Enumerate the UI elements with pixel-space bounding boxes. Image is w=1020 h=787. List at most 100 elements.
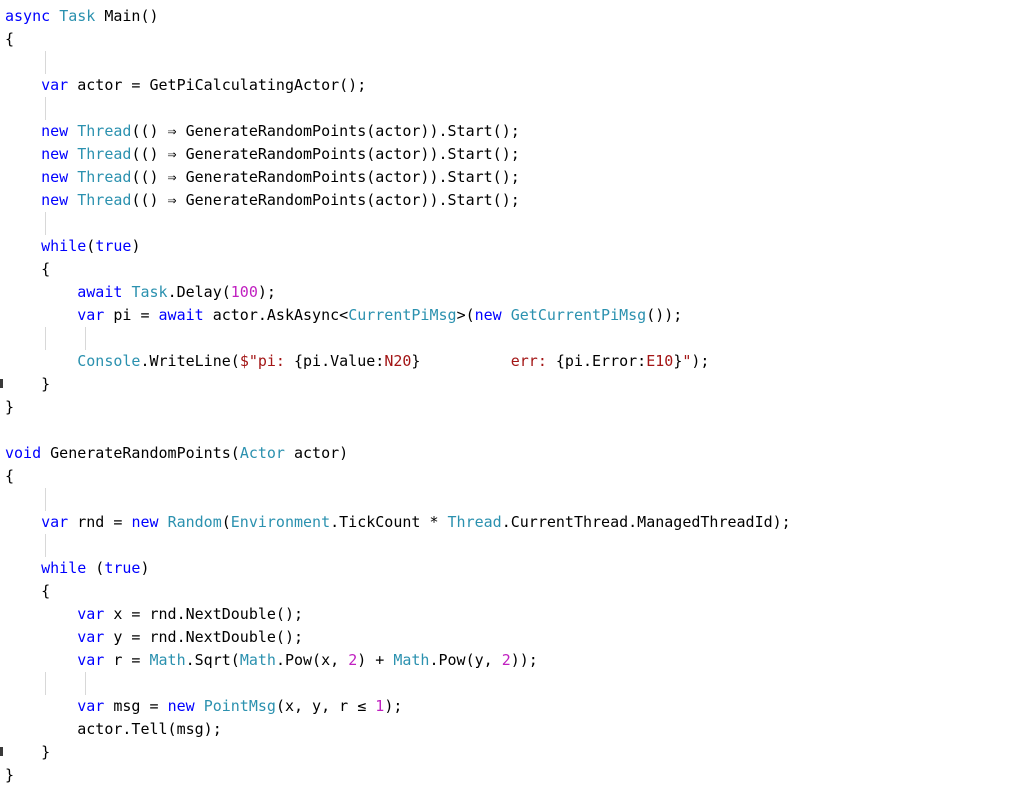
code-line[interactable]: var x = rnd.NextDouble();: [0, 603, 1020, 626]
code-token-typ: Console: [77, 352, 141, 370]
code-token-kw: var: [77, 697, 105, 715]
code-token-kw: true: [104, 559, 141, 577]
code-line[interactable]: var y = rnd.NextDouble();: [0, 626, 1020, 649]
code-line[interactable]: var rnd = new Random(Environment.TickCou…: [0, 511, 1020, 534]
code-line[interactable]: var msg = new PointMsg(x, y, r ≤ 1);: [0, 695, 1020, 718]
code-token-pln: {: [5, 260, 51, 278]
code-line[interactable]: Console.WriteLine($"pi: {pi.Value:N20} e…: [0, 350, 1020, 373]
code-token-pln: );: [384, 697, 403, 715]
code-line[interactable]: [0, 327, 1020, 350]
code-token-pln: (x, y, r ≤: [275, 697, 376, 715]
code-token-pln: .Delay(: [167, 283, 231, 301]
code-token-pln: }: [5, 766, 15, 784]
code-line[interactable]: }: [0, 741, 1020, 764]
code-editor-surface[interactable]: async Task Main() { var actor = GetPiCalc…: [0, 0, 1020, 784]
code-token-typ: Thread: [77, 168, 132, 186]
code-token-typ: Random: [167, 513, 222, 531]
code-token-num: 1: [375, 697, 385, 715]
code-token-pln: ());: [646, 306, 683, 324]
code-line[interactable]: actor.Tell(msg);: [0, 718, 1020, 741]
indent-guide: [45, 97, 46, 120]
code-token-kw: new: [41, 168, 69, 186]
code-token-str: $"pi:: [239, 352, 294, 370]
code-token-pln: [50, 7, 59, 25]
code-token-num: 2: [501, 651, 511, 669]
code-token-typ: Math: [239, 651, 276, 669]
code-token-pln: [68, 122, 77, 140]
code-line[interactable]: var actor = GetPiCalculatingActor();: [0, 74, 1020, 97]
code-token-pln: [5, 76, 41, 94]
code-token-kw: new: [41, 191, 69, 209]
code-line[interactable]: {: [0, 465, 1020, 488]
code-token-typ: CurrentPiMsg: [348, 306, 457, 324]
code-token-kw: var: [41, 76, 69, 94]
code-token-pln: .Pow(y,: [429, 651, 502, 669]
code-line[interactable]: var r = Math.Sqrt(Math.Pow(x, 2) + Math.…: [0, 649, 1020, 672]
code-token-kw: var: [77, 628, 105, 646]
code-token-typ: Environment: [230, 513, 331, 531]
code-line[interactable]: {: [0, 28, 1020, 51]
indent-guide: [85, 672, 86, 695]
code-token-pln: [195, 697, 204, 715]
indent-guide: [45, 212, 46, 235]
code-token-pln: x = rnd.NextDouble();: [104, 605, 304, 623]
code-line[interactable]: [0, 672, 1020, 695]
code-token-pln: [5, 306, 77, 324]
code-token-typ: Task: [131, 283, 168, 301]
code-line[interactable]: new Thread(() ⇒ GenerateRandomPoints(act…: [0, 166, 1020, 189]
code-line[interactable]: [0, 534, 1020, 557]
code-line[interactable]: await Task.Delay(100);: [0, 281, 1020, 304]
code-token-pln: msg =: [104, 697, 168, 715]
code-token-pln: {pi.Value:: [294, 352, 385, 370]
code-line[interactable]: [0, 419, 1020, 442]
code-line[interactable]: }: [0, 396, 1020, 419]
code-line[interactable]: {: [0, 580, 1020, 603]
code-token-pln: [5, 651, 77, 669]
code-line[interactable]: [0, 212, 1020, 235]
code-line[interactable]: [0, 97, 1020, 120]
code-token-pln: (: [86, 237, 96, 255]
code-token-pln: [502, 306, 511, 324]
code-line[interactable]: async Task Main(): [0, 5, 1020, 28]
code-token-pln: [5, 513, 41, 531]
code-line[interactable]: }: [0, 764, 1020, 787]
brace-edge-marker: [0, 747, 3, 756]
code-line[interactable]: {: [0, 258, 1020, 281]
code-token-pln: {: [5, 467, 15, 485]
code-line[interactable]: [0, 488, 1020, 511]
indent-guide: [85, 327, 86, 350]
code-token-kw: async: [5, 7, 51, 25]
code-token-pln: {: [5, 30, 15, 48]
code-token-typ: Thread: [77, 145, 132, 163]
code-token-kw: var: [41, 513, 69, 531]
code-line[interactable]: while(true): [0, 235, 1020, 258]
code-token-pln: Main(): [95, 7, 159, 25]
code-token-pln: (() ⇒ GenerateRandomPoints(actor)).Start…: [131, 145, 520, 163]
code-token-pln: (() ⇒ GenerateRandomPoints(actor)).Start…: [131, 191, 520, 209]
code-token-pln: [159, 513, 168, 531]
indent-guide: [45, 327, 46, 350]
code-line[interactable]: }: [0, 373, 1020, 396]
code-token-typ: Thread: [447, 513, 502, 531]
code-token-pln: }: [5, 743, 51, 761]
code-line[interactable]: new Thread(() ⇒ GenerateRandomPoints(act…: [0, 120, 1020, 143]
code-token-pln: y = rnd.NextDouble();: [104, 628, 304, 646]
code-line[interactable]: while (true): [0, 557, 1020, 580]
code-token-pln: pi =: [104, 306, 159, 324]
code-token-kw: true: [95, 237, 132, 255]
code-line[interactable]: void GenerateRandomPoints(Actor actor): [0, 442, 1020, 465]
code-line[interactable]: [0, 51, 1020, 74]
code-token-typ: PointMsg: [203, 697, 276, 715]
code-token-typ: Actor: [239, 444, 285, 462]
code-token-kw: while: [41, 559, 87, 577]
code-line[interactable]: new Thread(() ⇒ GenerateRandomPoints(act…: [0, 189, 1020, 212]
indent-guide: [45, 488, 46, 511]
code-line[interactable]: new Thread(() ⇒ GenerateRandomPoints(act…: [0, 143, 1020, 166]
code-token-pln: actor): [284, 444, 349, 462]
code-line[interactable]: var pi = await actor.AskAsync<CurrentPiM…: [0, 304, 1020, 327]
code-token-pln: (() ⇒ GenerateRandomPoints(actor)).Start…: [131, 168, 520, 186]
brace-edge-marker: [0, 379, 3, 388]
